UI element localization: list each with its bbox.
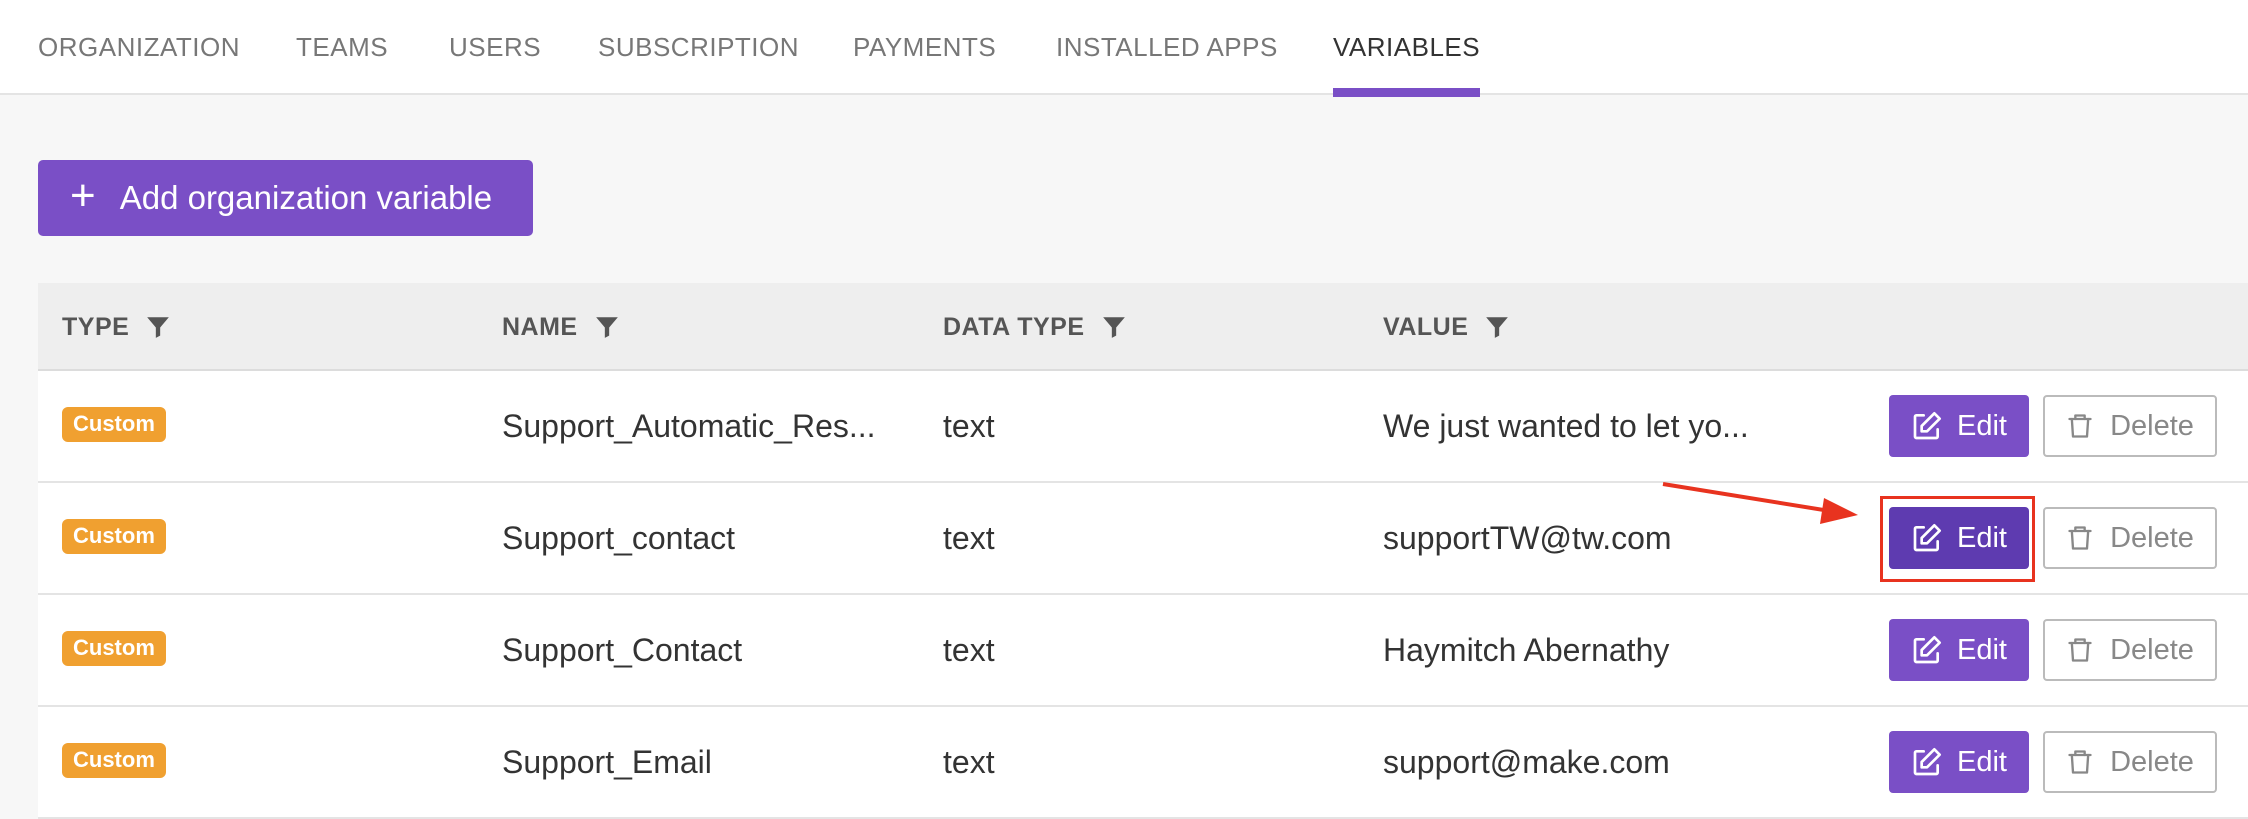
- tab-payments[interactable]: PAYMENTS: [853, 0, 996, 95]
- type-badge: Custom: [62, 743, 166, 778]
- edit-button-label: Edit: [1957, 633, 2007, 666]
- add-button-label: Add organization variable: [119, 179, 493, 216]
- variable-data-type: text: [943, 519, 995, 556]
- variable-value: support@make.com: [1383, 743, 1670, 780]
- delete-button[interactable]: Delete: [2043, 619, 2217, 681]
- variable-name: Support_Automatic_Res...: [502, 407, 876, 444]
- type-badge: Custom: [62, 631, 166, 666]
- tab-users[interactable]: USERS: [449, 0, 541, 95]
- variable-data-type: text: [943, 631, 995, 668]
- column-header-label: DATA TYPE: [943, 312, 1085, 341]
- type-badge: Custom: [62, 407, 166, 442]
- tab-organization[interactable]: ORGANIZATION: [38, 0, 240, 95]
- tab-variables[interactable]: VARIABLES: [1333, 0, 1481, 97]
- edit-button[interactable]: Edit: [1889, 619, 2029, 681]
- edit-button-label: Edit: [1957, 409, 2007, 442]
- table-row: Custom Support_Automatic_Res... text We …: [38, 371, 2248, 483]
- edit-button[interactable]: Edit: [1889, 507, 2029, 569]
- filter-icon[interactable]: [1484, 314, 1510, 340]
- edit-button[interactable]: Edit: [1889, 731, 2029, 793]
- plus-icon: +: [70, 171, 96, 220]
- variable-value: Haymitch Abernathy: [1383, 631, 1670, 668]
- tab-teams[interactable]: TEAMS: [296, 0, 388, 95]
- edit-button[interactable]: Edit: [1889, 395, 2029, 457]
- variables-table: TYPE NAME DATA TYPE VALUE Custom Support…: [38, 283, 2248, 819]
- filter-icon[interactable]: [1101, 314, 1127, 340]
- tab-subscription[interactable]: SUBSCRIPTION: [598, 0, 799, 95]
- variable-name: Support_Email: [502, 743, 712, 780]
- delete-button-label: Delete: [2110, 409, 2194, 442]
- column-header-label: TYPE: [62, 312, 130, 341]
- edit-button-label: Edit: [1957, 745, 2007, 778]
- variable-name: Support_Contact: [502, 631, 743, 668]
- trash-icon: [2068, 750, 2092, 774]
- table-row: Custom Support_Email text support@make.c…: [38, 707, 2248, 819]
- delete-button-label: Delete: [2110, 633, 2194, 666]
- column-header-type: TYPE: [62, 283, 171, 371]
- edit-icon: [1913, 524, 1941, 552]
- column-header-name: NAME: [502, 283, 620, 371]
- variable-value: We just wanted to let yo...: [1383, 407, 1749, 444]
- table-row: Custom Support_contact text supportTW@tw…: [38, 483, 2248, 595]
- edit-icon: [1913, 636, 1941, 664]
- column-header-label: NAME: [502, 312, 578, 341]
- column-header-value: VALUE: [1383, 283, 1510, 371]
- delete-button[interactable]: Delete: [2043, 395, 2217, 457]
- delete-button-label: Delete: [2110, 521, 2194, 554]
- table-row: Custom Support_Contact text Haymitch Abe…: [38, 595, 2248, 707]
- variable-data-type: text: [943, 743, 995, 780]
- variable-name: Support_contact: [502, 519, 736, 556]
- filter-icon[interactable]: [145, 314, 171, 340]
- edit-icon: [1913, 412, 1941, 440]
- table-header: TYPE NAME DATA TYPE VALUE: [38, 283, 2248, 371]
- delete-button[interactable]: Delete: [2043, 731, 2217, 793]
- edit-button-label: Edit: [1957, 521, 2007, 554]
- tab-installed-apps[interactable]: INSTALLED APPS: [1056, 0, 1278, 95]
- filter-icon[interactable]: [594, 314, 620, 340]
- column-header-data-type: DATA TYPE: [943, 283, 1127, 371]
- type-badge: Custom: [62, 519, 166, 554]
- edit-icon: [1913, 748, 1941, 776]
- delete-button[interactable]: Delete: [2043, 507, 2217, 569]
- trash-icon: [2068, 526, 2092, 550]
- column-header-label: VALUE: [1383, 312, 1469, 341]
- tab-bar: ORGANIZATION TEAMS USERS SUBSCRIPTION PA…: [0, 0, 2248, 97]
- delete-button-label: Delete: [2110, 745, 2194, 778]
- trash-icon: [2068, 638, 2092, 662]
- add-organization-variable-button[interactable]: + Add organization variable: [38, 160, 533, 236]
- variable-value: supportTW@tw.com: [1383, 519, 1672, 556]
- variable-data-type: text: [943, 407, 995, 444]
- trash-icon: [2068, 414, 2092, 438]
